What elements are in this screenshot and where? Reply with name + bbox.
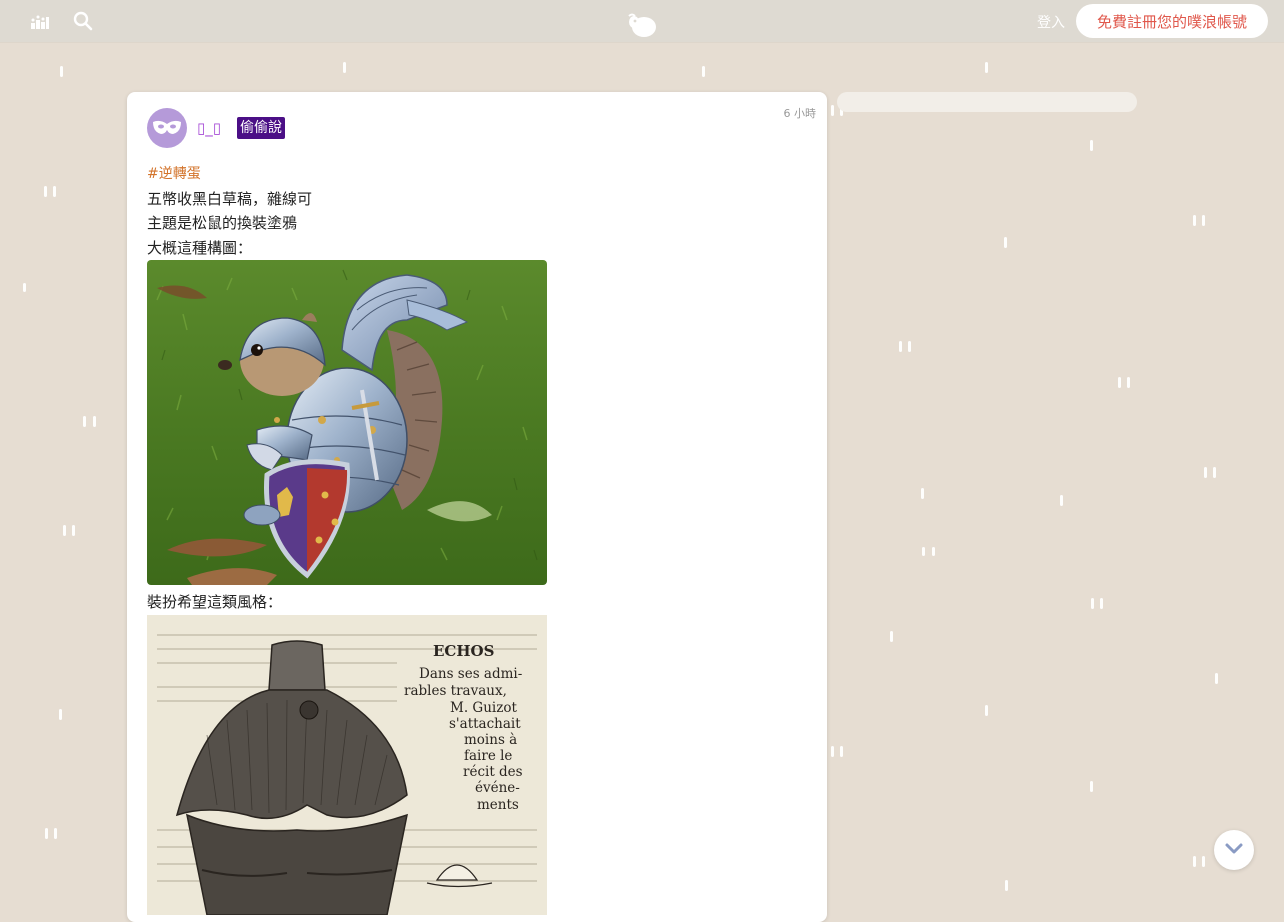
register-button[interactable]: 免費註冊您的噗浪帳號 [1076, 4, 1268, 38]
hashtag-link[interactable]: #逆轉蛋 [147, 162, 807, 187]
mask-icon[interactable] [147, 108, 187, 148]
armored-squirrel-image[interactable] [147, 260, 547, 585]
login-link[interactable]: 登入 [1037, 12, 1065, 32]
sidebar-placeholder [837, 92, 1137, 112]
engraving-line: événe- [475, 780, 520, 796]
post-line: 五幣收黑白草稿，雜線可 [147, 189, 313, 208]
engraving-coat-image[interactable]: ECHOS Dans ses admi- rables travaux, M. … [147, 614, 547, 915]
search-icon[interactable] [73, 11, 93, 31]
engraving-line: faire le [464, 748, 512, 764]
engraving-line: M. Guizot [450, 700, 517, 716]
bar-chart-icon[interactable] [30, 11, 50, 31]
engraving-line: moins à [464, 732, 517, 748]
post-content: #逆轉蛋 五幣收黑白草稿，雜線可 主題是松鼠的換裝塗鴉 大概這種構圖： 裝扮希望… [147, 162, 807, 915]
plurk-logo-icon[interactable] [626, 11, 658, 39]
post-line: 大概這種構圖： [147, 238, 253, 257]
engraving-line: rables travaux, [404, 683, 507, 699]
engraving-line: récit des [463, 764, 523, 780]
post-username[interactable]: ▯_▯ [197, 119, 221, 137]
engraving-line: Dans ses admi- [419, 666, 522, 682]
anonymous-badge: 偷偷說 [237, 117, 285, 139]
post-card: ▯_▯ 偷偷說 6 小時 #逆轉蛋 五幣收黑白草稿，雜線可 主題是松鼠的換裝塗鴉… [127, 92, 827, 922]
scroll-down-button[interactable] [1214, 830, 1254, 870]
post-line: 主題是松鼠的換裝塗鴉 [147, 214, 298, 232]
post-line: 裝扮希望這類風格： [147, 593, 283, 611]
engraving-line: ments [477, 797, 519, 813]
chevron-down-icon [1224, 841, 1244, 860]
post-time: 6 小時 [783, 107, 817, 120]
engraving-title: ECHOS [433, 642, 494, 660]
top-bar: 登入 免費註冊您的噗浪帳號 [0, 0, 1284, 42]
engraving-line: s'attachait [449, 716, 521, 732]
